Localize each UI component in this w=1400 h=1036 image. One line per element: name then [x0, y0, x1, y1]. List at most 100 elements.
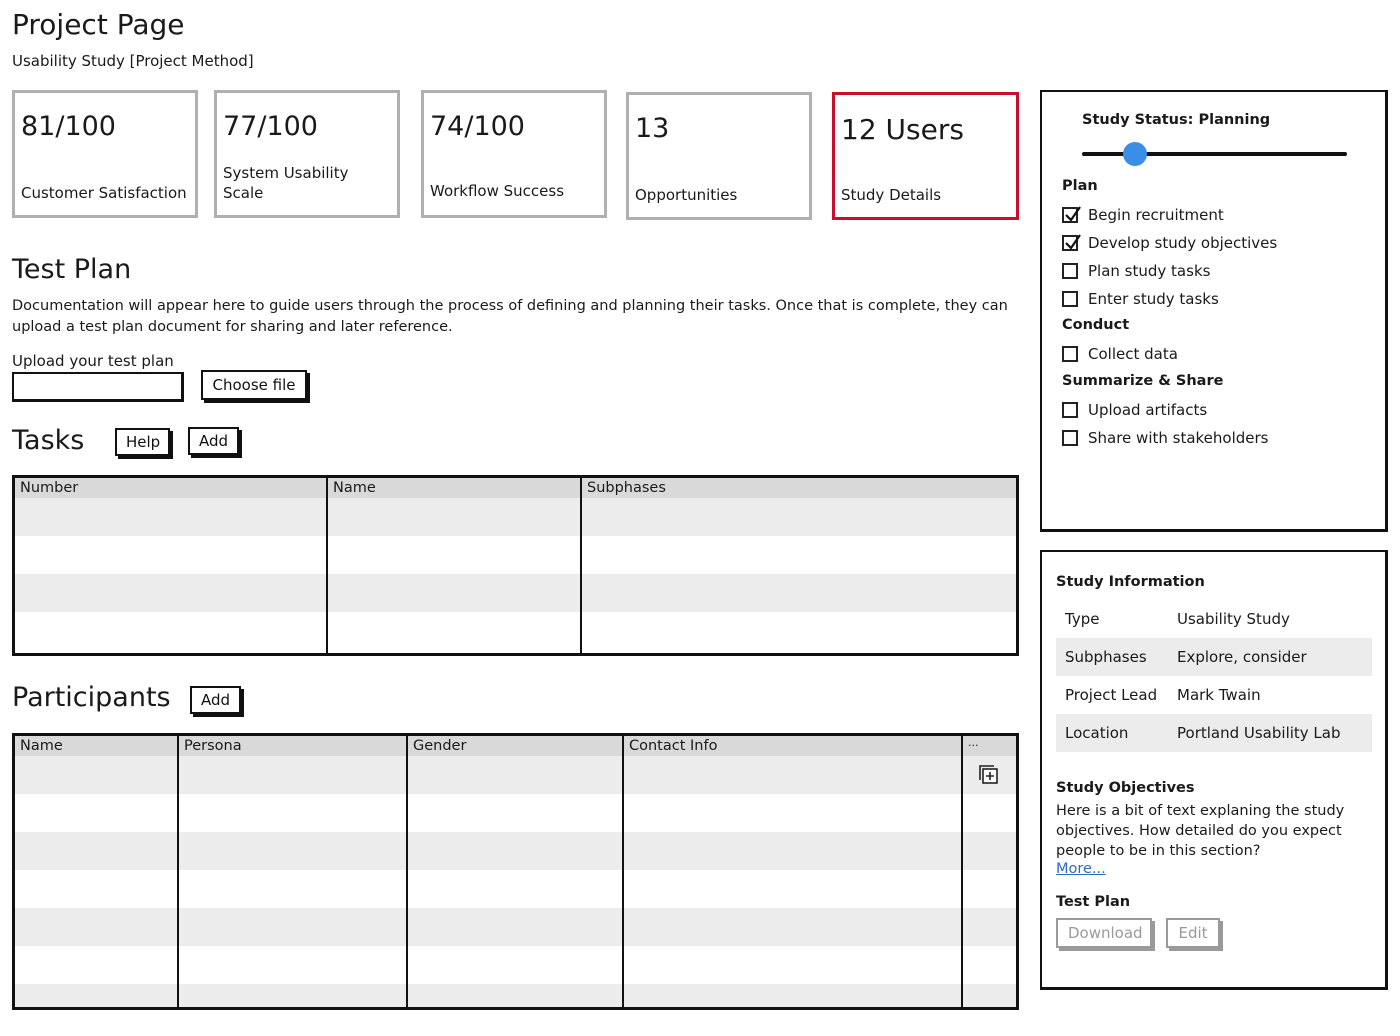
metric-value: 74/100: [430, 111, 525, 142]
column-divider: [326, 478, 328, 653]
study-objectives-text: Here is a bit of text explaning the stud…: [1056, 803, 1345, 859]
checkbox-checked-icon[interactable]: [1062, 206, 1081, 223]
test-plan-subheading: Test Plan: [1056, 894, 1131, 910]
study-status-panel: Study Status: Planning Plan Begin recrui…: [1040, 90, 1388, 532]
download-button[interactable]: Download: [1056, 918, 1152, 948]
column-header-name[interactable]: Name: [328, 478, 376, 498]
page-subtitle: Usability Study [Project Method]: [12, 52, 254, 70]
table-row[interactable]: [15, 832, 1016, 870]
tasks-add-button[interactable]: Add: [188, 427, 239, 455]
info-value: Portland Usability Lab: [1177, 724, 1341, 742]
info-value: Explore, consider: [1177, 648, 1307, 666]
checkbox-checked-icon[interactable]: [1062, 234, 1081, 251]
info-row-project-lead: Project Lead Mark Twain: [1056, 676, 1372, 714]
page-title: Project Page: [12, 8, 185, 41]
metric-card-study-details[interactable]: 12 Users Study Details: [832, 92, 1019, 220]
info-key: Location: [1065, 724, 1129, 742]
metric-card-workflow-success[interactable]: 74/100 Workflow Success: [421, 90, 607, 218]
column-header-contact-info[interactable]: Contact Info: [624, 736, 717, 756]
metric-label: Customer Satisfaction: [21, 184, 187, 202]
metric-label: Opportunities: [635, 186, 738, 204]
metric-card-system-usability-scale[interactable]: 77/100 System Usability Scale: [214, 90, 400, 218]
checklist-item-enter-study-tasks[interactable]: Enter study tasks: [1062, 288, 1219, 310]
info-key: Type: [1065, 610, 1100, 628]
metric-label: Workflow Success: [430, 182, 565, 200]
table-row[interactable]: [15, 908, 1016, 946]
info-key: Subphases: [1065, 648, 1147, 666]
checklist-item-develop-study-objectives[interactable]: Develop study objectives: [1062, 232, 1277, 254]
checklist-item-plan-study-tasks[interactable]: Plan study tasks: [1062, 260, 1210, 282]
info-row-subphases: Subphases Explore, consider: [1056, 638, 1372, 676]
checklist-label: Share with stakeholders: [1088, 429, 1269, 447]
checklist-item-share-with-stakeholders[interactable]: Share with stakeholders: [1062, 427, 1269, 449]
column-divider: [406, 736, 408, 1007]
checkbox-unchecked-icon[interactable]: [1062, 402, 1078, 418]
column-header-gender[interactable]: Gender: [408, 736, 466, 756]
table-row[interactable]: [15, 756, 1016, 794]
checklist-label: Upload artifacts: [1088, 401, 1208, 419]
column-header-number[interactable]: Number: [15, 478, 78, 498]
checkbox-unchecked-icon[interactable]: [1062, 263, 1078, 279]
metric-card-opportunities[interactable]: 13 Opportunities: [626, 92, 812, 220]
column-divider: [580, 478, 582, 653]
participants-heading: Participants: [12, 682, 171, 713]
metric-value: 81/100: [21, 111, 116, 142]
participants-table: Name Persona Gender Contact Info ...: [12, 733, 1019, 1010]
group-label-conduct: Conduct: [1062, 317, 1130, 333]
column-header-name[interactable]: Name: [15, 736, 63, 756]
table-row[interactable]: [15, 870, 1016, 908]
edit-button[interactable]: Edit: [1166, 918, 1220, 948]
study-status-slider-thumb[interactable]: [1123, 142, 1147, 166]
checklist-label: Enter study tasks: [1088, 290, 1219, 308]
checklist-label: Develop study objectives: [1088, 234, 1278, 252]
metric-label: Study Details: [841, 186, 942, 204]
upload-label: Upload your test plan: [12, 352, 174, 370]
checkbox-unchecked-icon[interactable]: [1062, 430, 1078, 446]
checklist-item-upload-artifacts[interactable]: Upload artifacts: [1062, 399, 1207, 421]
metric-label: System Usability Scale: [223, 164, 349, 202]
test-plan-description: Documentation will appear here to guide …: [12, 298, 1008, 335]
tasks-table: Number Name Subphases: [12, 475, 1019, 656]
checkbox-unchecked-icon[interactable]: [1062, 291, 1078, 307]
tasks-heading: Tasks: [12, 425, 85, 456]
study-status-slider-track[interactable]: [1082, 152, 1347, 156]
column-divider: [177, 736, 179, 1007]
checkbox-unchecked-icon[interactable]: [1062, 346, 1078, 362]
upload-file-input[interactable]: [12, 372, 184, 402]
table-row[interactable]: [15, 498, 1016, 536]
metric-value: 12 Users: [841, 113, 964, 146]
column-header-more[interactable]: ...: [963, 736, 979, 756]
column-header-persona[interactable]: Persona: [179, 736, 242, 756]
checklist-label: Plan study tasks: [1088, 262, 1211, 280]
info-key: Project Lead: [1065, 686, 1158, 704]
checklist-label: Begin recruitment: [1088, 206, 1224, 224]
checklist-item-begin-recruitment[interactable]: Begin recruitment: [1062, 204, 1224, 226]
study-objectives-heading: Study Objectives: [1056, 780, 1195, 796]
table-row[interactable]: [15, 794, 1016, 832]
table-row[interactable]: [15, 946, 1016, 984]
metric-value: 77/100: [223, 111, 318, 142]
checklist-label: Collect data: [1088, 345, 1178, 363]
study-status-label: Study Status: Planning: [1082, 112, 1271, 128]
column-divider: [961, 736, 963, 1007]
tasks-help-button[interactable]: Help: [115, 428, 170, 456]
table-header: [15, 478, 1016, 498]
metric-value: 13: [635, 113, 670, 144]
participants-add-button[interactable]: Add: [190, 686, 241, 714]
info-value: Usability Study: [1177, 610, 1290, 628]
group-label-summarize-share: Summarize & Share: [1062, 373, 1224, 389]
metric-card-customer-satisfaction[interactable]: 81/100 Customer Satisfaction: [12, 90, 198, 218]
info-row-location: Location Portland Usability Lab: [1056, 714, 1372, 752]
more-link[interactable]: More...: [1056, 861, 1106, 877]
info-row-type: Type Usability Study: [1056, 600, 1372, 638]
checklist-item-collect-data[interactable]: Collect data: [1062, 343, 1178, 365]
choose-file-button[interactable]: Choose file: [201, 370, 307, 400]
test-plan-heading: Test Plan: [12, 254, 132, 285]
table-row[interactable]: [15, 536, 1016, 574]
table-row[interactable]: [15, 612, 1016, 650]
table-row[interactable]: [15, 574, 1016, 612]
column-header-subphases[interactable]: Subphases: [582, 478, 666, 498]
group-label-plan: Plan: [1062, 178, 1098, 194]
add-square-icon[interactable]: [978, 764, 1000, 786]
table-row[interactable]: [15, 984, 1016, 1007]
